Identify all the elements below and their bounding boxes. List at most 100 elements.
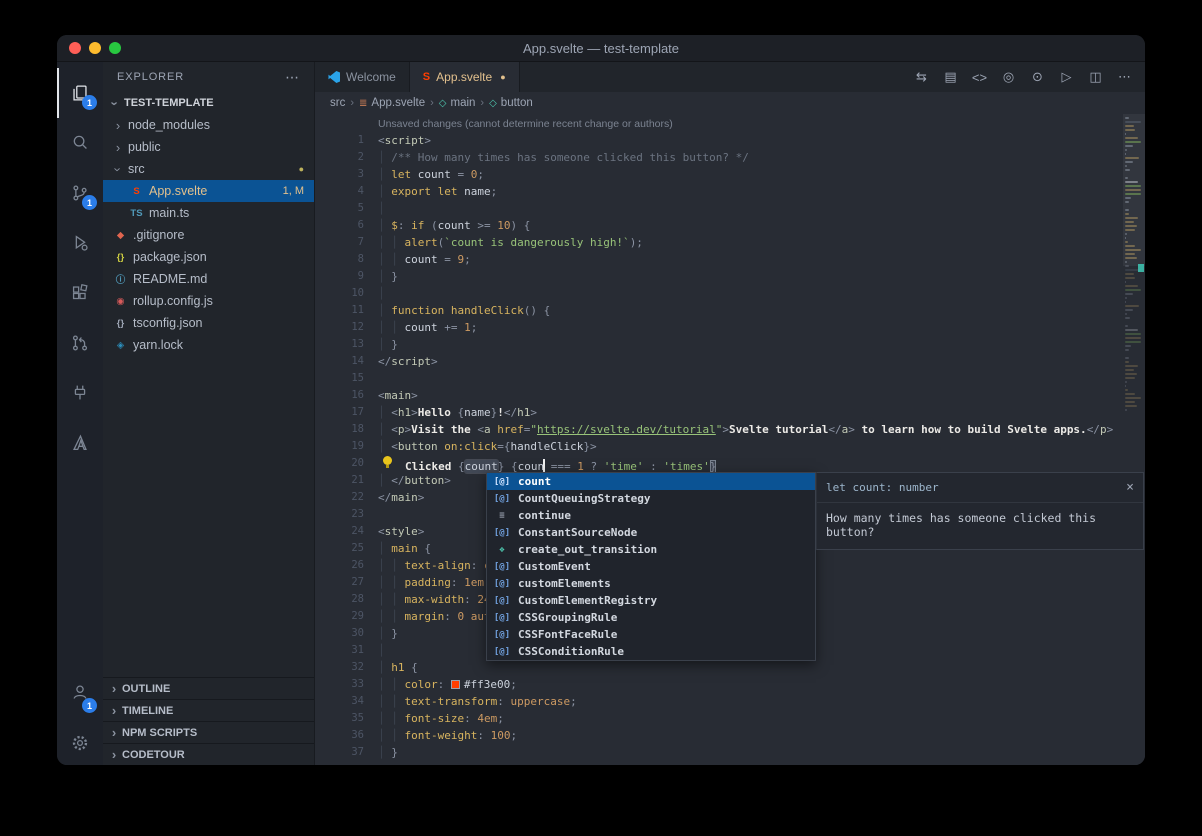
suggest-item[interactable]: [@]CustomElementRegistry: [487, 592, 815, 609]
suggest-item[interactable]: [@]CSSFontFaceRule: [487, 626, 815, 643]
workspace-section-header[interactable]: › TEST-TEMPLATE: [103, 92, 314, 114]
tree-folder-item[interactable]: ›src●: [103, 158, 314, 180]
accounts-button[interactable]: 1: [57, 671, 103, 721]
suggest-item[interactable]: [@]CSSGroupingRule: [487, 609, 815, 626]
open-changes-icon[interactable]: ▤: [936, 69, 965, 85]
run-circle-icon[interactable]: ⊙: [1023, 69, 1052, 85]
code-line[interactable]: 16<main>: [315, 387, 1145, 404]
activity-run-debug-button[interactable]: [57, 218, 103, 268]
line-number: 37: [315, 744, 370, 761]
breadcrumb-item-main[interactable]: ◇main: [439, 97, 476, 109]
tree-file-item[interactable]: ◉rollup.config.js: [103, 290, 314, 312]
close-icon[interactable]: ×: [1126, 480, 1134, 495]
more-actions-icon[interactable]: ⋯: [285, 69, 300, 86]
suggest-item[interactable]: [@]customElements: [487, 575, 815, 592]
tree-file-item[interactable]: ◈yarn.lock: [103, 334, 314, 356]
code-editor[interactable]: Unsaved changes (cannot determine recent…: [315, 114, 1145, 765]
tree-file-item[interactable]: SApp.svelte1, M: [103, 180, 314, 202]
tree-file-item[interactable]: TSmain.ts: [103, 202, 314, 224]
code-line[interactable]: 2│ /** How many times has someone clicke…: [315, 149, 1145, 166]
activity-source-control-button[interactable]: 1: [57, 168, 103, 218]
activity-extensions-button[interactable]: [57, 268, 103, 318]
activity-remote-explorer-button[interactable]: [57, 368, 103, 418]
code-line[interactable]: 6│ $: if (count >= 10) {: [315, 217, 1145, 234]
compare-changes-icon[interactable]: ⇆: [907, 69, 936, 85]
breadcrumb-item-src[interactable]: src: [330, 97, 345, 109]
tree-file-item[interactable]: ⓘREADME.md: [103, 268, 314, 290]
tab-welcome[interactable]: Welcome: [315, 62, 410, 92]
code-line[interactable]: 34│ │ text-transform: uppercase;: [315, 693, 1145, 710]
activity-search-button[interactable]: [57, 118, 103, 168]
code-line[interactable]: 33│ │ color: #ff3e00;: [315, 676, 1145, 693]
file-label: App.svelte: [149, 184, 207, 198]
line-number: 1: [315, 132, 370, 149]
code-line[interactable]: 9│ }: [315, 268, 1145, 285]
more-actions-icon[interactable]: ⋯: [1110, 69, 1139, 85]
suggest-item[interactable]: ≡continue: [487, 507, 815, 524]
code-text: │ │ font-size: 4em;: [378, 710, 504, 727]
code-line[interactable]: 12│ │ count += 1;: [315, 319, 1145, 336]
code-line[interactable]: 17│ <h1>Hello {name}!</h1>: [315, 404, 1145, 421]
suggest-item[interactable]: [@]CountQueuingStrategy: [487, 490, 815, 507]
code-line[interactable]: 19│ <button on:click={handleClick}>: [315, 438, 1145, 455]
editor-group: Welcome S App.svelte ● ⇆▤<>◎⊙▷◫⋯ src›≣Ap…: [315, 62, 1145, 765]
activity-github-pr-button[interactable]: [57, 318, 103, 368]
suggest-label: CSSGroupingRule: [518, 611, 617, 624]
breadcrumb-item-app-svelte[interactable]: ≣App.svelte: [359, 97, 425, 109]
code-line[interactable]: 11│ function handleClick() {: [315, 302, 1145, 319]
code-line[interactable]: 8│ │ count = 9;: [315, 251, 1145, 268]
minimize-window-button[interactable]: [89, 42, 101, 54]
tab-app-svelte[interactable]: S App.svelte ●: [410, 62, 520, 92]
settings-button[interactable]: [57, 721, 103, 765]
breadcrumb-label: src: [330, 97, 345, 109]
panel-header-outline[interactable]: ›OUTLINE: [103, 677, 314, 699]
git-status-badge: 1, M: [283, 185, 304, 197]
suggest-label: create_out_transition: [518, 543, 657, 556]
code-line[interactable]: 32│ h1 {: [315, 659, 1145, 676]
tree-file-item[interactable]: {}tsconfig.json: [103, 312, 314, 334]
code-line[interactable]: 4│ export let name;: [315, 183, 1145, 200]
breadcrumb-label: App.svelte: [371, 97, 425, 109]
color-swatch[interactable]: [451, 680, 460, 689]
code-line[interactable]: 13│ }: [315, 336, 1145, 353]
suggest-item[interactable]: [@]CustomEvent: [487, 558, 815, 575]
tree-folder-item[interactable]: ›public: [103, 136, 314, 158]
panel-header-codetour[interactable]: ›CODETOUR: [103, 743, 314, 765]
title-bar[interactable]: App.svelte — test-template: [57, 35, 1145, 62]
unsaved-dot-icon[interactable]: ●: [500, 72, 505, 82]
close-window-button[interactable]: [69, 42, 81, 54]
panel-header-npm-scripts[interactable]: ›NPM SCRIPTS: [103, 721, 314, 743]
code-line[interactable]: 36│ │ font-weight: 100;: [315, 727, 1145, 744]
code-line[interactable]: 7│ │ alert(`count is dangerously high!`)…: [315, 234, 1145, 251]
activity-azure-button[interactable]: [57, 418, 103, 468]
tree-folder-item[interactable]: ›node_modules: [103, 114, 314, 136]
code-line[interactable]: 14</script>: [315, 353, 1145, 370]
suggest-item[interactable]: ❖create_out_transition: [487, 541, 815, 558]
tree-file-item[interactable]: {}package.json: [103, 246, 314, 268]
suggest-signature: let count: number: [826, 481, 939, 494]
tree-file-item[interactable]: ◆.gitignore: [103, 224, 314, 246]
code-line[interactable]: 10│: [315, 285, 1145, 302]
zoom-window-button[interactable]: [109, 42, 121, 54]
panel-header-timeline[interactable]: ›TIMELINE: [103, 699, 314, 721]
run-icon[interactable]: ▷: [1052, 69, 1081, 85]
code-line[interactable]: 18│ <p>Visit the <a href="https://svelte…: [315, 421, 1145, 438]
activity-explorer-button[interactable]: 1: [57, 68, 103, 118]
code-line[interactable]: 35│ │ font-size: 4em;: [315, 710, 1145, 727]
record-icon[interactable]: ◎: [994, 69, 1023, 85]
suggest-item[interactable]: [@]ConstantSourceNode: [487, 524, 815, 541]
suggest-item[interactable]: [@]CSSConditionRule: [487, 643, 815, 660]
code-line[interactable]: 5│: [315, 200, 1145, 217]
minimap[interactable]: [1123, 114, 1145, 765]
suggest-item[interactable]: [@]count: [487, 473, 815, 490]
code-line[interactable]: 37│ }: [315, 744, 1145, 761]
code-line[interactable]: 15: [315, 370, 1145, 387]
breadcrumb-item-button[interactable]: ◇button: [489, 97, 533, 109]
split-editor-icon[interactable]: ◫: [1081, 69, 1110, 85]
code-line[interactable]: 1<script>: [315, 132, 1145, 149]
inline-code-icon[interactable]: <>: [965, 70, 994, 85]
run-and-debug-icon: [69, 232, 91, 254]
code-line[interactable]: 20Clicked {count} {coun === 1 ? 'time' :…: [315, 455, 1145, 472]
lightbulb-icon[interactable]: [378, 455, 405, 470]
code-line[interactable]: 3│ let count = 0;: [315, 166, 1145, 183]
